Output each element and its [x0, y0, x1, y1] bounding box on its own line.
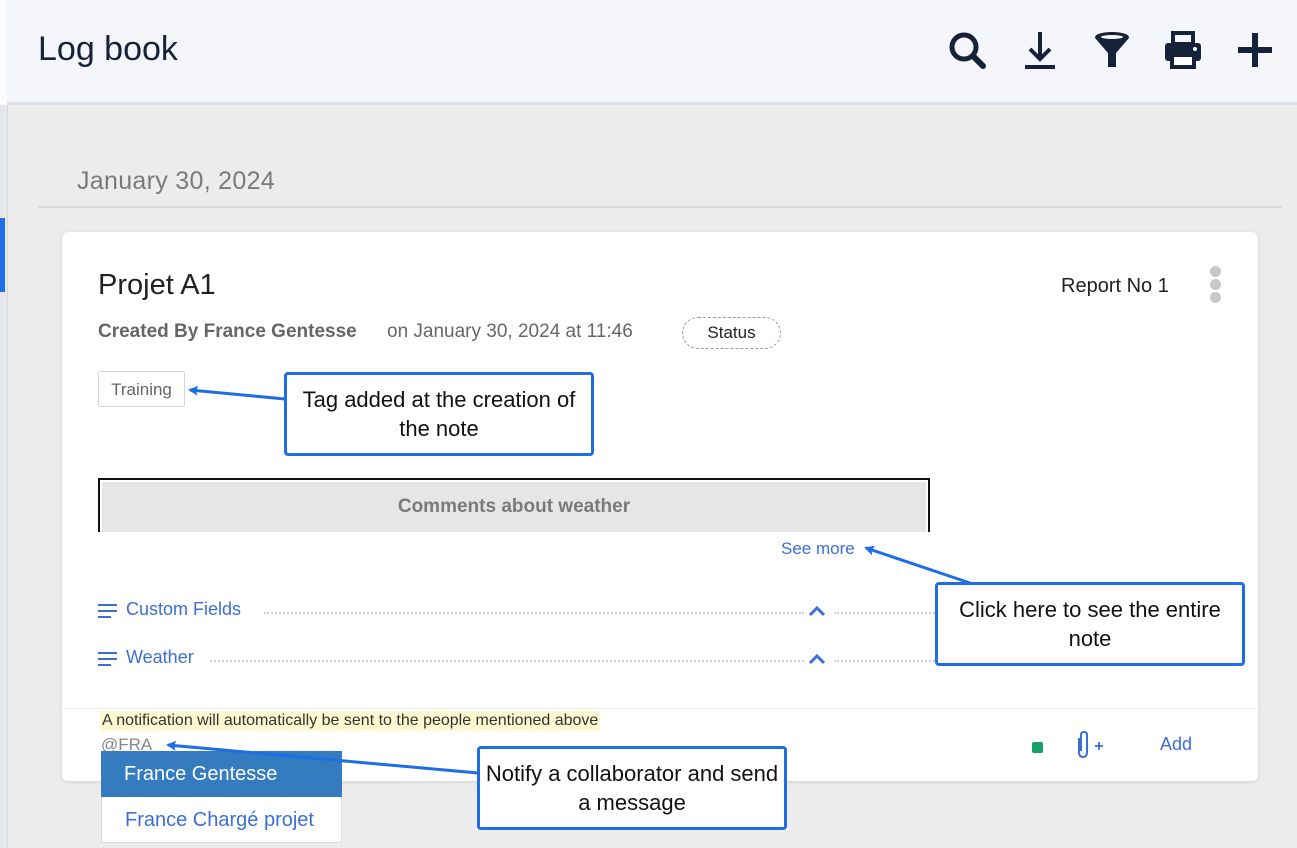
- see-more-link[interactable]: See more: [781, 539, 855, 559]
- note-tag: Training: [98, 371, 185, 407]
- color-indicator-icon[interactable]: [1032, 742, 1043, 753]
- callout-notify: Notify a collaborator and send a message: [477, 746, 787, 830]
- search-icon[interactable]: [945, 28, 989, 72]
- page-title: Log book: [38, 30, 178, 68]
- date-divider: [38, 206, 1282, 208]
- weather-comments-box: Comments about weather: [98, 478, 930, 532]
- section-divider: [264, 612, 804, 614]
- left-rail-active-indicator: [0, 218, 5, 292]
- callout-tag: Tag added at the creation of the note: [284, 372, 594, 456]
- mention-suggestions: France Gentesse France Chargé projet: [101, 751, 342, 843]
- weather-comments-header: Comments about weather: [102, 482, 926, 532]
- section-divider: [210, 660, 804, 662]
- section-custom-fields[interactable]: Custom Fields: [98, 598, 958, 624]
- section-label: Custom Fields: [126, 599, 242, 619]
- chevron-up-icon[interactable]: [806, 650, 828, 668]
- paperclip-plus-icon[interactable]: [1070, 730, 1106, 760]
- more-options-icon[interactable]: [1208, 266, 1222, 306]
- note-title: Projet A1: [98, 269, 216, 301]
- left-rail: [0, 0, 8, 848]
- created-on: on January 30, 2024 at 11:46: [387, 321, 633, 342]
- section-label: Weather: [126, 647, 194, 667]
- suggestion-france-gentesse[interactable]: France Gentesse: [101, 751, 342, 797]
- chevron-up-icon[interactable]: [806, 602, 828, 620]
- filter-icon[interactable]: [1090, 28, 1134, 72]
- left-rail-top: [0, 0, 7, 105]
- list-icon: [98, 652, 117, 666]
- status-badge[interactable]: Status: [682, 317, 781, 349]
- log-note-card: Projet A1 Report No 1 Created By France …: [62, 232, 1258, 781]
- footer-divider: [62, 708, 1258, 709]
- report-number: Report No 1: [1061, 275, 1169, 297]
- list-icon: [98, 604, 117, 618]
- mention-notice: A notification will automatically be sen…: [100, 711, 601, 731]
- suggestion-france-charge-projet[interactable]: France Chargé projet: [101, 797, 342, 843]
- created-by: Created By France Gentesse: [98, 321, 357, 342]
- plus-icon[interactable]: [1233, 28, 1277, 72]
- callout-see-more: Click here to see the entire note: [935, 582, 1245, 666]
- print-icon[interactable]: [1161, 28, 1205, 72]
- add-button[interactable]: Add: [1160, 734, 1192, 755]
- date-heading: January 30, 2024: [77, 167, 276, 195]
- download-icon[interactable]: [1018, 28, 1062, 72]
- section-weather[interactable]: Weather: [98, 646, 958, 672]
